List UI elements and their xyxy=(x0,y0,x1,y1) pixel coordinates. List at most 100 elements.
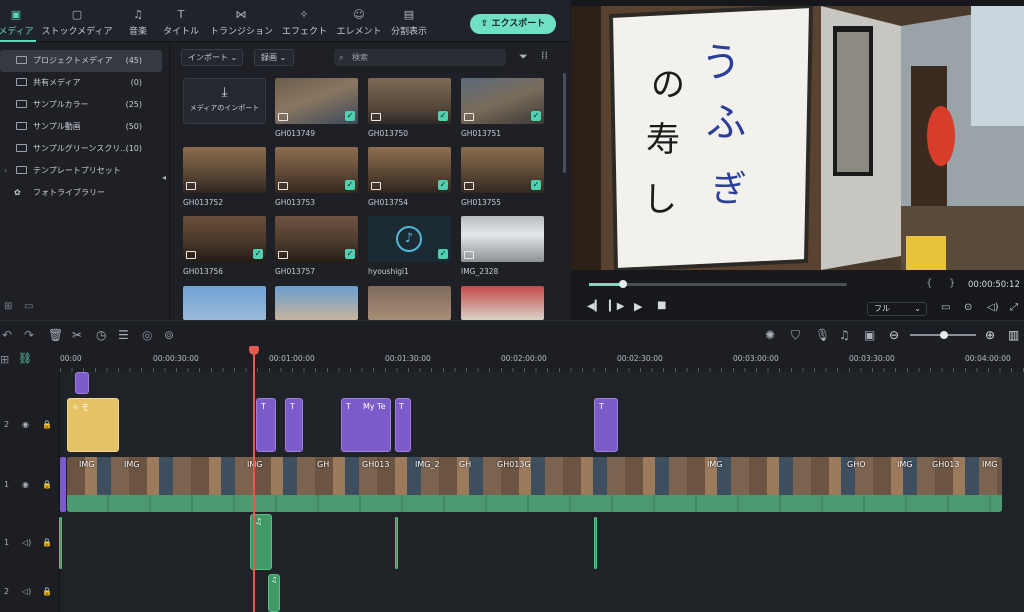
sidebar-item-template-preset[interactable]: › テンプレートプリセット xyxy=(0,160,162,182)
tab-music[interactable]: ♫ 音楽 xyxy=(126,8,150,38)
title-clip[interactable] xyxy=(75,372,89,394)
sidebar-item-photo-library[interactable]: ✿ フォトライブラリー xyxy=(0,182,162,204)
media-thumb[interactable] xyxy=(461,216,544,262)
tab-media[interactable]: ▣ メディア xyxy=(0,8,36,42)
link-icon[interactable]: ⛓ xyxy=(18,352,32,365)
sidebar-item-sample-color[interactable]: サンプルカラー (25) xyxy=(0,94,162,116)
eye-icon[interactable]: ◉ xyxy=(22,480,29,489)
display-icon[interactable]: ▭ xyxy=(941,302,950,313)
svg-text:し: し xyxy=(643,180,677,220)
search-input[interactable]: ⌕ 検索 xyxy=(334,49,506,66)
title-clip[interactable]: T xyxy=(594,398,618,452)
media-thumb-audio[interactable]: ♪ ✓ xyxy=(368,216,451,262)
redo-icon[interactable]: ↷ xyxy=(24,328,34,342)
title-clip[interactable]: T My Te xyxy=(341,398,391,452)
lock-icon[interactable]: 🔒 xyxy=(42,420,52,429)
sidebar-item-project-media[interactable]: プロジェクトメディア (45) xyxy=(0,50,162,72)
title-clip[interactable]: T xyxy=(256,398,276,452)
sidebar-item-green-screen[interactable]: サンプルグリーンスクリ… (10) xyxy=(0,138,162,160)
new-folder-icon[interactable]: ⊞ xyxy=(4,301,12,312)
mic-icon[interactable]: 🎙 xyxy=(815,328,830,342)
media-thumb[interactable]: ✓ xyxy=(275,78,358,124)
cut-icon[interactable]: ✂ xyxy=(72,328,82,342)
filter-icon[interactable]: ⏷ xyxy=(519,50,528,64)
lock-icon[interactable]: 🔒 xyxy=(42,587,52,596)
volume-icon[interactable]: ◁) xyxy=(987,302,999,313)
preview-progress[interactable] xyxy=(589,280,847,288)
render-icon[interactable]: ✺ xyxy=(765,328,775,342)
progress-handle[interactable] xyxy=(619,280,627,288)
add-track-icon[interactable]: ⊞ xyxy=(0,353,9,366)
prev-frame-icon[interactable]: ◀▎ xyxy=(587,301,602,312)
media-thumb[interactable]: ✓ xyxy=(275,216,358,262)
media-thumb[interactable]: ✓ xyxy=(275,147,358,193)
adjust-icon[interactable]: ☰ xyxy=(118,328,129,342)
speaker-icon[interactable]: ◁) xyxy=(22,587,31,596)
title-clip[interactable]: T xyxy=(395,398,411,452)
element-clip[interactable]: ✧ モ xyxy=(67,398,119,452)
grid-view-icon[interactable]: ⁞⁞ xyxy=(541,49,548,62)
playhead[interactable] xyxy=(253,347,255,612)
marker-icon[interactable]: ⛉ xyxy=(791,328,800,342)
title-clip[interactable]: T xyxy=(285,398,303,452)
audio-clip[interactable]: ♫ xyxy=(268,574,280,612)
tab-title[interactable]: T タイトル xyxy=(162,8,200,38)
collapse-icon[interactable]: ◂ xyxy=(162,173,166,182)
zoom-out-icon[interactable]: ⊖ xyxy=(889,328,899,342)
media-thumb[interactable]: ✓ xyxy=(461,78,544,124)
sidebar-item-shared-media[interactable]: 共有メディア (0) xyxy=(0,72,162,94)
media-thumb[interactable] xyxy=(275,286,358,320)
media-thumb[interactable]: ✓ xyxy=(368,147,451,193)
import-media-tile[interactable]: ⤓ メディアのインポート xyxy=(183,78,266,124)
tab-split[interactable]: ▤ 分割表示 xyxy=(390,8,428,38)
search-icon: ⌕ xyxy=(339,53,344,62)
ai-icon[interactable]: ◎ xyxy=(142,328,152,342)
audio-clip[interactable] xyxy=(59,517,62,569)
tab-element[interactable]: ☺ エレメント xyxy=(336,8,382,38)
scrollbar[interactable] xyxy=(563,73,566,173)
zoom-in-icon[interactable]: ⊕ xyxy=(985,328,995,342)
play-icon[interactable]: ▶ xyxy=(634,300,642,313)
fullscreen-icon[interactable]: ⤢ xyxy=(1010,302,1018,313)
lock-icon[interactable]: 🔒 xyxy=(42,480,52,489)
undo-icon[interactable]: ↶ xyxy=(2,328,12,342)
track-header xyxy=(0,372,60,394)
audio-clip[interactable] xyxy=(395,517,398,569)
media-thumb[interactable] xyxy=(461,286,544,320)
speed-icon[interactable]: ◷ xyxy=(96,328,106,342)
clip-handle[interactable] xyxy=(60,457,66,512)
export-button[interactable]: ⇪ エクスポート xyxy=(470,14,556,34)
delete-icon[interactable]: 🗑 xyxy=(48,328,63,342)
media-thumb[interactable]: ✓ xyxy=(183,216,266,262)
stop-icon[interactable]: ■ xyxy=(657,300,666,311)
media-thumb[interactable] xyxy=(183,286,266,320)
mark-in-icon[interactable]: { xyxy=(926,278,932,289)
zoom-slider[interactable] xyxy=(910,331,976,339)
media-thumb[interactable] xyxy=(183,147,266,193)
next-frame-icon[interactable]: ▎▶ xyxy=(609,301,624,312)
crop-icon[interactable]: ⊚ xyxy=(164,328,174,342)
subtitle-icon[interactable]: ▣ xyxy=(864,328,875,342)
tab-effect[interactable]: ✧ エフェクト xyxy=(282,8,327,38)
layout-icon[interactable]: ▥ xyxy=(1008,328,1019,342)
mark-out-icon[interactable]: } xyxy=(949,278,955,289)
folder-icon[interactable]: ▭ xyxy=(24,301,33,312)
import-dropdown[interactable]: インポート ⌄ xyxy=(181,49,243,66)
media-thumb[interactable]: ✓ xyxy=(368,78,451,124)
snapshot-icon[interactable]: ⊙ xyxy=(964,302,972,313)
time-ruler[interactable]: 00:00 00:00:30:00 00:01:00:00 00:01:30:0… xyxy=(60,348,1024,372)
record-dropdown[interactable]: 録画 ⌄ xyxy=(254,49,294,66)
tab-stock-media[interactable]: ▢ ストックメディア xyxy=(40,8,114,38)
tab-transition[interactable]: ⋈ トランジション xyxy=(210,8,273,38)
audio-mix-icon[interactable]: ♫ xyxy=(839,328,850,342)
media-thumb[interactable]: ✓ xyxy=(461,147,544,193)
media-thumb[interactable] xyxy=(368,286,451,320)
audio-clip[interactable] xyxy=(594,517,597,569)
tab-bar: ▣ メディア ▢ ストックメディア ♫ 音楽 T タイトル ⋈ トランジション ✧ エフェク… xyxy=(0,0,570,42)
speaker-icon[interactable]: ◁) xyxy=(22,538,31,547)
sidebar-item-sample-video[interactable]: サンプル動画 (50) xyxy=(0,116,162,138)
quality-select[interactable]: フル ⌄ xyxy=(867,302,927,316)
eye-icon[interactable]: ◉ xyxy=(22,420,29,429)
video-track-clips[interactable]: IMG IMG IMG GH GH013 IMG_2 GH GH013G IMG… xyxy=(67,457,1002,512)
lock-icon[interactable]: 🔒 xyxy=(42,538,52,547)
